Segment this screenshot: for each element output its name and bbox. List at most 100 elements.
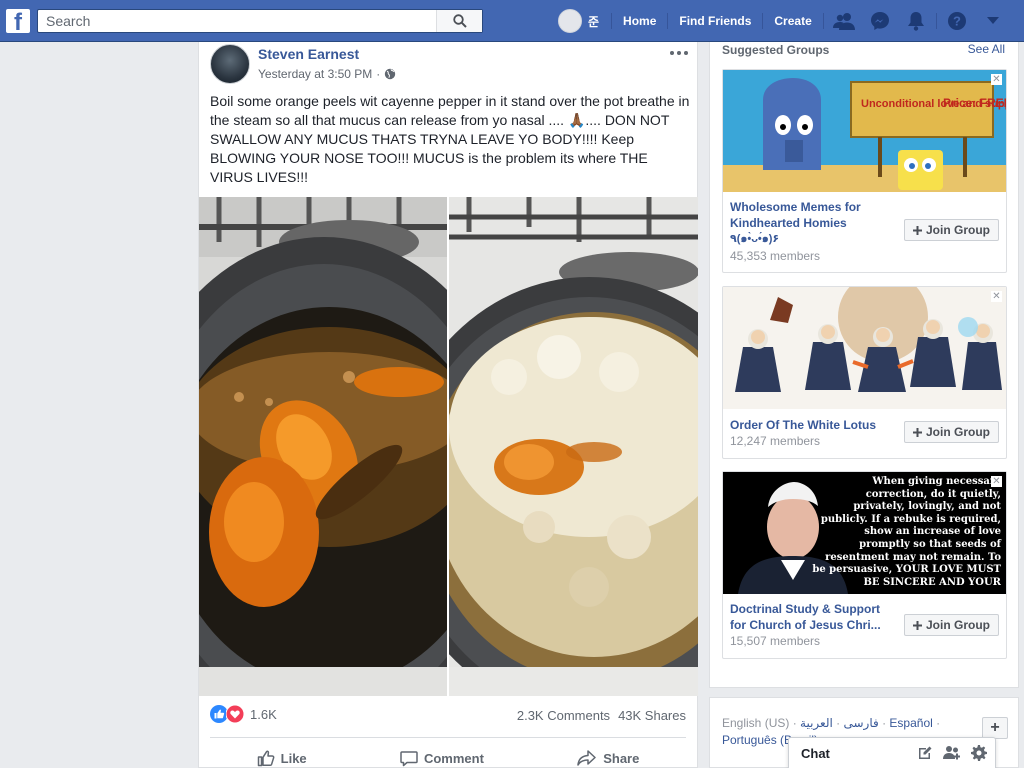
group-member-count: 15,507 members [730,634,821,648]
language-link-spanish[interactable]: Español [889,716,932,730]
quote-line: publicly. If a rebuke is required, [821,514,1001,525]
chat-sidebar-tab[interactable]: Chat [788,737,996,768]
post-photo-left[interactable] [199,197,447,696]
nav-home-link[interactable]: Home [614,14,665,28]
friends-icon [832,13,855,30]
comment-icon [400,751,418,767]
post-meta: Yesterday at 3:50 PM · [258,67,396,81]
comment-button[interactable]: Comment [400,746,484,768]
avatar[interactable] [558,9,582,33]
quote-portrait-image: When giving necessary correction, do it … [723,472,1006,594]
join-group-button[interactable]: Join Group [904,219,999,241]
notifications-button[interactable] [898,0,934,42]
friend-requests-button[interactable] [826,0,862,42]
see-all-link[interactable]: See All [968,42,1005,56]
chat-label: Chat [801,746,830,761]
plus-icon [913,620,922,630]
share-label: Share [603,750,640,766]
search-input[interactable] [38,10,436,32]
nav-create-link[interactable]: Create [765,14,820,28]
suggested-group-card: Unconditional love and support Price: FR… [722,69,1007,273]
suggested-group-card: ✕ Order Of The White Lotus 12,247 member… [722,286,1007,459]
facebook-logo[interactable]: f [6,9,30,36]
share-button[interactable]: Share [577,746,639,768]
post-author-avatar[interactable] [210,44,250,84]
more-languages-button[interactable]: + [982,717,1008,739]
join-group-button[interactable]: Join Group [904,421,999,443]
search-box [37,9,483,33]
nav-separator [935,13,937,29]
quote-line: privately, lovingly, and not [853,501,1001,512]
like-button[interactable]: Like [257,746,307,768]
join-group-label: Join Group [926,223,990,237]
more-options-icon [670,51,688,55]
quote-line: BE SINCERE AND YOUR [863,577,1001,588]
post-author-name[interactable]: Steven Earnest [258,46,359,62]
group-name-link[interactable]: Doctrinal Study & Support for Church of … [730,601,890,633]
nav-separator [822,13,824,29]
quote-line: show an increase of love [864,526,1001,537]
top-navigation-bar: f 준 Home Find Friends Create ? [0,0,1024,42]
language-link-arabic[interactable]: العربية [800,716,833,730]
boiling-pot-image [449,197,698,696]
like-label: Like [280,750,307,766]
group-cover-image[interactable]: Unconditional love and support Price: FR… [723,70,1006,192]
group-cover-image[interactable]: When giving necessary correction, do it … [723,472,1006,594]
create-group-icon[interactable] [943,745,961,761]
settings-gear-icon[interactable] [971,745,987,761]
post-options-button[interactable] [669,44,689,62]
nav-separator [611,13,613,29]
engagement-counts: 2.3K Comments 43K Shares [517,708,686,723]
reactions-summary[interactable]: 1.6K [210,705,277,723]
comment-label: Comment [423,750,484,766]
top-nav: 준 Home Find Friends Create ? [558,0,1011,42]
group-cover-image[interactable] [723,287,1006,409]
search-icon [452,14,467,28]
post-photo-right[interactable] [449,197,698,696]
plus-icon [913,225,922,235]
group-name-emoticon: ٩(๑•̀ᴗ•́๑)۶ [730,233,780,245]
help-button[interactable]: ? [939,0,975,42]
suggested-group-card: When giving necessary correction, do it … [722,471,1007,659]
dropdown-icon [986,17,999,24]
post-actions: Like Comment Share [210,746,686,768]
notifications-icon [907,12,924,31]
share-arrow-icon [577,750,596,766]
spongebob-meme-image: Unconditional love and support Price: FR… [723,70,1006,192]
close-icon[interactable]: ✕ [991,74,1002,85]
facebook-logo-letter: f [14,9,22,36]
quote-line: promptly so that seeds of [859,539,1002,550]
quote-line: resentment may not remain. To [825,552,1001,563]
reaction-count: 1.6K [250,706,277,722]
quote-line: correction, do it quietly, [866,489,1001,500]
join-group-button[interactable]: Join Group [904,614,999,636]
current-language: English (US) [722,716,790,730]
messenger-button[interactable] [862,0,898,42]
nav-separator [762,13,764,29]
account-menu-button[interactable] [975,0,1011,42]
shares-count-link[interactable]: 43K Shares [618,708,686,723]
join-group-label: Join Group [926,425,990,439]
group-member-count: 45,353 members [730,249,821,263]
pot-with-orange-peels-image [199,197,447,696]
group-name-link[interactable]: Wholesome Memes for Kindhearted Homies [730,199,890,231]
close-icon[interactable]: ✕ [991,291,1002,302]
close-icon[interactable]: ✕ [991,476,1002,487]
globe-icon[interactable] [384,68,396,80]
feed-post: Steven Earnest Yesterday at 3:50 PM · Bo… [198,42,698,768]
new-message-icon[interactable] [917,745,933,761]
language-link-farsi[interactable]: فارسی [844,716,879,730]
nav-separator [667,13,669,29]
search-button[interactable] [436,10,482,32]
group-name-link[interactable]: Order Of The White Lotus [730,417,890,433]
profile-link[interactable]: 준 [588,13,599,30]
post-timestamp[interactable]: Yesterday at 3:50 PM [258,67,372,81]
divider [210,737,686,738]
comments-count-link[interactable]: 2.3K Comments [517,708,610,723]
quote-line: be persuasive, YOUR LOVE MUST [812,564,1001,575]
price-text: Price: FREE [943,96,1006,110]
nav-find-friends-link[interactable]: Find Friends [670,14,760,28]
group-member-count: 12,247 members [730,434,821,448]
help-icon: ? [947,12,966,30]
plus-icon [913,427,922,437]
